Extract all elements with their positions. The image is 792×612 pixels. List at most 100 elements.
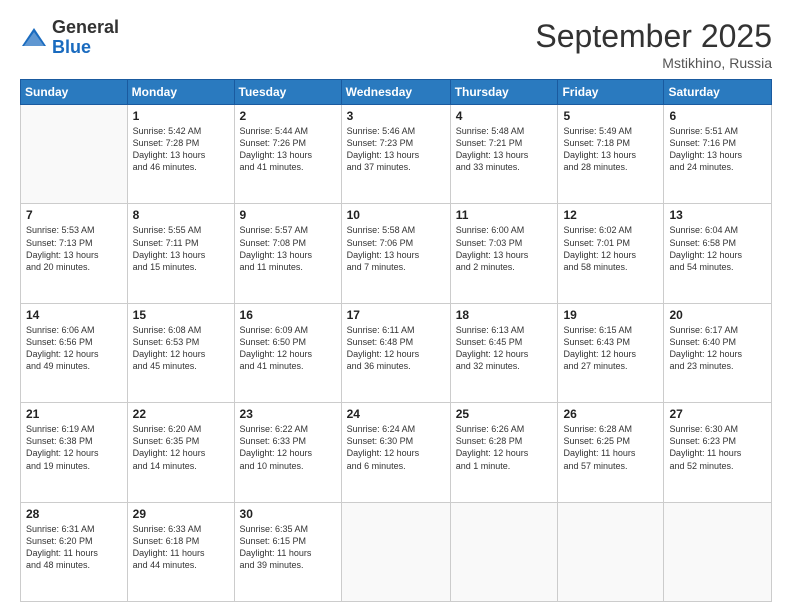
day-number: 10 xyxy=(347,208,445,222)
day-info: Sunrise: 6:24 AM Sunset: 6:30 PM Dayligh… xyxy=(347,423,445,472)
day-info: Sunrise: 6:06 AM Sunset: 6:56 PM Dayligh… xyxy=(26,324,122,373)
day-info: Sunrise: 6:31 AM Sunset: 6:20 PM Dayligh… xyxy=(26,523,122,572)
day-info: Sunrise: 5:53 AM Sunset: 7:13 PM Dayligh… xyxy=(26,224,122,273)
month-title: September 2025 xyxy=(535,18,772,55)
day-info: Sunrise: 6:33 AM Sunset: 6:18 PM Dayligh… xyxy=(133,523,229,572)
logo-blue-text: Blue xyxy=(52,38,119,58)
calendar-cell: 5 Sunrise: 5:49 AM Sunset: 7:18 PM Daylig… xyxy=(558,105,664,204)
calendar-cell: 17 Sunrise: 6:11 AM Sunset: 6:48 PM Dayli… xyxy=(341,303,450,402)
day-number: 30 xyxy=(240,507,336,521)
day-number: 22 xyxy=(133,407,229,421)
day-info: Sunrise: 6:17 AM Sunset: 6:40 PM Dayligh… xyxy=(669,324,766,373)
calendar-cell: 27 Sunrise: 6:30 AM Sunset: 6:23 PM Dayli… xyxy=(664,403,772,502)
calendar-cell: 26 Sunrise: 6:28 AM Sunset: 6:25 PM Dayli… xyxy=(558,403,664,502)
header-friday: Friday xyxy=(558,80,664,105)
logo-general-text: General xyxy=(52,18,119,38)
calendar-cell: 1 Sunrise: 5:42 AM Sunset: 7:28 PM Daylig… xyxy=(127,105,234,204)
day-number: 6 xyxy=(669,109,766,123)
day-info: Sunrise: 5:42 AM Sunset: 7:28 PM Dayligh… xyxy=(133,125,229,174)
calendar-cell xyxy=(21,105,128,204)
calendar-cell: 28 Sunrise: 6:31 AM Sunset: 6:20 PM Dayli… xyxy=(21,502,128,601)
day-info: Sunrise: 6:08 AM Sunset: 6:53 PM Dayligh… xyxy=(133,324,229,373)
calendar-cell: 8Sunrise: 5:55 AM Sunset: 7:11 PM Daylig… xyxy=(127,204,234,303)
header-sunday: Sunday xyxy=(21,80,128,105)
day-info: Sunrise: 5:49 AM Sunset: 7:18 PM Dayligh… xyxy=(563,125,658,174)
day-info: Sunrise: 5:44 AM Sunset: 7:26 PM Dayligh… xyxy=(240,125,336,174)
header-thursday: Thursday xyxy=(450,80,558,105)
calendar-cell xyxy=(341,502,450,601)
day-info: Sunrise: 6:04 AM Sunset: 6:58 PM Dayligh… xyxy=(669,224,766,273)
day-number: 14 xyxy=(26,308,122,322)
day-number: 15 xyxy=(133,308,229,322)
calendar-cell: 3 Sunrise: 5:46 AM Sunset: 7:23 PM Daylig… xyxy=(341,105,450,204)
day-number: 9 xyxy=(240,208,336,222)
logo-icon xyxy=(20,24,48,52)
day-number: 28 xyxy=(26,507,122,521)
location: Mstikhino, Russia xyxy=(535,55,772,71)
calendar-table: Sunday Monday Tuesday Wednesday Thursday… xyxy=(20,79,772,602)
day-info: Sunrise: 5:48 AM Sunset: 7:21 PM Dayligh… xyxy=(456,125,553,174)
day-number: 2 xyxy=(240,109,336,123)
day-number: 5 xyxy=(563,109,658,123)
calendar-cell: 18Sunrise: 6:13 AM Sunset: 6:45 PM Dayli… xyxy=(450,303,558,402)
calendar-cell: 24 Sunrise: 6:24 AM Sunset: 6:30 PM Dayli… xyxy=(341,403,450,502)
calendar-cell: 23Sunrise: 6:22 AM Sunset: 6:33 PM Dayli… xyxy=(234,403,341,502)
day-number: 26 xyxy=(563,407,658,421)
calendar-cell: 13 Sunrise: 6:04 AM Sunset: 6:58 PM Dayli… xyxy=(664,204,772,303)
day-info: Sunrise: 6:02 AM Sunset: 7:01 PM Dayligh… xyxy=(563,224,658,273)
calendar-cell: 11 Sunrise: 6:00 AM Sunset: 7:03 PM Dayli… xyxy=(450,204,558,303)
weekday-header-row: Sunday Monday Tuesday Wednesday Thursday… xyxy=(21,80,772,105)
day-number: 18 xyxy=(456,308,553,322)
calendar-cell xyxy=(664,502,772,601)
day-info: Sunrise: 6:28 AM Sunset: 6:25 PM Dayligh… xyxy=(563,423,658,472)
day-info: Sunrise: 6:09 AM Sunset: 6:50 PM Dayligh… xyxy=(240,324,336,373)
calendar-cell: 15 Sunrise: 6:08 AM Sunset: 6:53 PM Dayli… xyxy=(127,303,234,402)
day-number: 17 xyxy=(347,308,445,322)
day-number: 7 xyxy=(26,208,122,222)
day-info: Sunrise: 6:30 AM Sunset: 6:23 PM Dayligh… xyxy=(669,423,766,472)
day-info: Sunrise: 5:46 AM Sunset: 7:23 PM Dayligh… xyxy=(347,125,445,174)
calendar-cell: 9 Sunrise: 5:57 AM Sunset: 7:08 PM Daylig… xyxy=(234,204,341,303)
header-monday: Monday xyxy=(127,80,234,105)
day-number: 1 xyxy=(133,109,229,123)
calendar-cell: 21Sunrise: 6:19 AM Sunset: 6:38 PM Dayli… xyxy=(21,403,128,502)
calendar-cell: 7 Sunrise: 5:53 AM Sunset: 7:13 PM Daylig… xyxy=(21,204,128,303)
day-info: Sunrise: 6:11 AM Sunset: 6:48 PM Dayligh… xyxy=(347,324,445,373)
day-number: 21 xyxy=(26,407,122,421)
day-number: 13 xyxy=(669,208,766,222)
day-number: 3 xyxy=(347,109,445,123)
calendar-cell: 12 Sunrise: 6:02 AM Sunset: 7:01 PM Dayli… xyxy=(558,204,664,303)
day-info: Sunrise: 6:15 AM Sunset: 6:43 PM Dayligh… xyxy=(563,324,658,373)
day-number: 24 xyxy=(347,407,445,421)
day-number: 11 xyxy=(456,208,553,222)
day-info: Sunrise: 6:26 AM Sunset: 6:28 PM Dayligh… xyxy=(456,423,553,472)
day-number: 12 xyxy=(563,208,658,222)
title-block: September 2025 Mstikhino, Russia xyxy=(535,18,772,71)
calendar-cell: 16 Sunrise: 6:09 AM Sunset: 6:50 PM Dayli… xyxy=(234,303,341,402)
day-number: 25 xyxy=(456,407,553,421)
day-info: Sunrise: 6:20 AM Sunset: 6:35 PM Dayligh… xyxy=(133,423,229,472)
header-tuesday: Tuesday xyxy=(234,80,341,105)
day-number: 20 xyxy=(669,308,766,322)
calendar-cell: 6Sunrise: 5:51 AM Sunset: 7:16 PM Daylig… xyxy=(664,105,772,204)
day-info: Sunrise: 6:00 AM Sunset: 7:03 PM Dayligh… xyxy=(456,224,553,273)
calendar-cell: 29Sunrise: 6:33 AM Sunset: 6:18 PM Dayli… xyxy=(127,502,234,601)
day-number: 4 xyxy=(456,109,553,123)
logo: General Blue xyxy=(20,18,119,58)
calendar-cell xyxy=(450,502,558,601)
day-info: Sunrise: 6:35 AM Sunset: 6:15 PM Dayligh… xyxy=(240,523,336,572)
day-info: Sunrise: 5:55 AM Sunset: 7:11 PM Dayligh… xyxy=(133,224,229,273)
page-header: General Blue September 2025 Mstikhino, R… xyxy=(20,18,772,71)
calendar-cell xyxy=(558,502,664,601)
day-number: 19 xyxy=(563,308,658,322)
calendar-cell: 4 Sunrise: 5:48 AM Sunset: 7:21 PM Daylig… xyxy=(450,105,558,204)
day-info: Sunrise: 5:57 AM Sunset: 7:08 PM Dayligh… xyxy=(240,224,336,273)
calendar-cell: 20 Sunrise: 6:17 AM Sunset: 6:40 PM Dayli… xyxy=(664,303,772,402)
day-number: 27 xyxy=(669,407,766,421)
day-number: 23 xyxy=(240,407,336,421)
day-number: 16 xyxy=(240,308,336,322)
calendar-cell: 30 Sunrise: 6:35 AM Sunset: 6:15 PM Dayli… xyxy=(234,502,341,601)
day-info: Sunrise: 5:58 AM Sunset: 7:06 PM Dayligh… xyxy=(347,224,445,273)
calendar-cell: 22 Sunrise: 6:20 AM Sunset: 6:35 PM Dayli… xyxy=(127,403,234,502)
calendar-cell: 2 Sunrise: 5:44 AM Sunset: 7:26 PM Daylig… xyxy=(234,105,341,204)
